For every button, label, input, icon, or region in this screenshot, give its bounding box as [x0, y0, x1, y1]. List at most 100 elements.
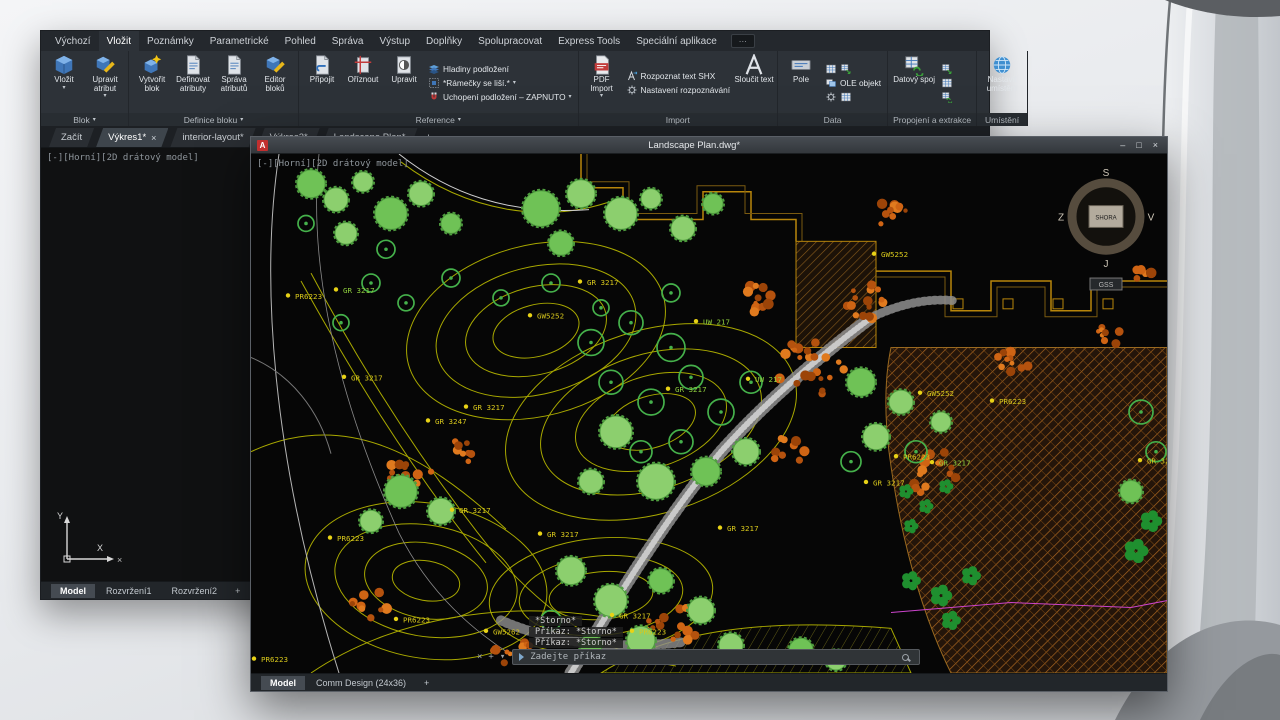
viewport-controls-label[interactable]: [-][Horní][2D drátový model] — [47, 153, 199, 163]
plant-label: GR 3217 — [675, 385, 707, 394]
command-recent-icon[interactable]: ▾ — [500, 652, 505, 662]
recognition-settings-button[interactable]: Nastavení rozpoznávání — [626, 84, 730, 96]
upload-data-button[interactable] — [941, 77, 953, 89]
command-close-icon[interactable]: × — [477, 652, 482, 662]
ole-object-button[interactable]: OLE objekt — [825, 77, 881, 89]
command-crosshair-icon[interactable]: + — [488, 652, 493, 662]
close-button[interactable]: × — [1153, 140, 1158, 150]
svg-text:X: X — [97, 543, 103, 553]
recognize-shx-text-button[interactable]: Rozpoznat text SHX — [626, 70, 730, 82]
data-link-icon — [903, 54, 925, 76]
set-location-button[interactable]: Nastavit umístění — [980, 53, 1024, 113]
minimize-button[interactable]: – — [1120, 140, 1125, 150]
ole-object-icon — [825, 77, 837, 89]
table-tools-button[interactable] — [825, 63, 881, 75]
ribbon-tab[interactable]: Express Tools — [550, 31, 628, 51]
ribbon-panel-import: PDF Import ▾ Rozpoznat text SHX Nastaven… — [578, 51, 779, 126]
underlay-layers-button[interactable]: Hladiny podložení — [428, 63, 572, 75]
define-attributes-button[interactable]: Definovat atributy — [173, 53, 213, 113]
edit-attribute-button[interactable]: Upravit atribut ▾ — [85, 53, 125, 113]
button-label: Sloučit text — [734, 75, 774, 84]
ribbon-tab[interactable]: Výstup — [371, 31, 418, 51]
command-prompt-text: Zadejte příkaz — [530, 652, 607, 662]
layout-tab[interactable]: Rozvržení1 — [97, 584, 161, 598]
frames-vary-button[interactable]: *Rámečky se liší.* ▾ — [428, 77, 572, 89]
plant-label: PR6223 — [261, 655, 288, 664]
plant-label: UW 217 — [755, 375, 782, 384]
maximize-button[interactable]: □ — [1136, 140, 1141, 150]
file-tab[interactable]: interior-layout* — [170, 128, 255, 147]
create-block-button[interactable]: Vytvořit blok — [132, 53, 172, 113]
ribbon-tab[interactable]: Speciální aplikace — [628, 31, 725, 51]
extract-data-button[interactable] — [941, 63, 953, 75]
plan-drawing-canvas[interactable]: GW5252 GR 3217 PR6223 GR 3217 GW5252 UW 217 GR… — [251, 154, 1167, 673]
ribbon-tab[interactable]: Pohled — [277, 31, 324, 51]
panel-title-umisteni[interactable]: Umístění — [977, 113, 1028, 126]
clip-button[interactable]: Oříznout — [343, 53, 383, 113]
block-editor-icon — [264, 54, 286, 76]
ribbon-tab[interactable]: Parametrické — [202, 31, 277, 51]
layout-tab[interactable]: Comm Design (24x36) — [307, 676, 415, 690]
download-data-button[interactable] — [941, 91, 953, 103]
button-label: Připojit — [309, 75, 335, 84]
panel-title-propojeni[interactable]: Propojení a extrakce — [888, 113, 977, 126]
command-input[interactable]: Zadejte příkaz — [512, 649, 921, 665]
new-layout-button[interactable]: + — [417, 678, 436, 688]
ribbon-tab[interactable]: Spolupracovat — [470, 31, 550, 51]
table-icon — [941, 77, 953, 89]
file-tab[interactable]: Výkres1* × — [96, 128, 168, 147]
svg-text:V: V — [1148, 213, 1155, 224]
ribbon-tab[interactable]: Vložit — [98, 31, 140, 51]
plant-label: GR 3217 — [459, 506, 491, 515]
attach-button[interactable]: Připojit — [302, 53, 342, 113]
panel-label: Propojení a extrakce — [893, 114, 972, 125]
row-label: *Rámečky se liší.* — [443, 78, 510, 88]
plant-label: UW 217 — [703, 318, 730, 327]
row-label: Hladiny podložení — [443, 64, 509, 74]
underlay-snap-button[interactable]: Uchopení podložení – ZAPNUTO ▾ — [428, 91, 572, 103]
row-label: Nastavení rozpoznávání — [640, 85, 731, 95]
block-editor-button[interactable]: Editor bloků — [255, 53, 295, 113]
plant-label: GW5252 — [881, 250, 908, 259]
command-prompt-icon — [519, 653, 525, 661]
data-misc-button[interactable] — [825, 91, 881, 103]
ribbon-tab[interactable]: Správa — [324, 31, 372, 51]
file-tab-close-icon[interactable]: × — [151, 133, 156, 143]
svg-text:Y: Y — [57, 511, 63, 521]
panel-label: Reference — [415, 114, 455, 125]
ribbon-tab[interactable]: Poznámky — [139, 31, 202, 51]
pdf-import-button[interactable]: PDF Import ▾ — [582, 53, 622, 113]
viewport-controls-label[interactable]: [-][Horní][2D drátový model] — [257, 159, 409, 169]
search-icon[interactable] — [902, 653, 910, 661]
plant-label: PR6223 — [903, 453, 930, 462]
panel-title-import[interactable]: Import — [578, 113, 778, 126]
insert-block-button[interactable]: Vložit ▾ — [44, 53, 84, 113]
field-button[interactable]: Pole — [781, 53, 821, 113]
button-label: Správa atributů — [220, 75, 248, 93]
file-tab[interactable]: Začít — [49, 128, 94, 147]
chevron-down-icon: ▾ — [600, 93, 604, 100]
float-title-bar[interactable]: A Landscape Plan.dwg* – □ × — [251, 137, 1167, 154]
panel-title-reference[interactable]: Reference ▾ — [299, 113, 578, 126]
manage-attributes-button[interactable]: Správa atributů — [214, 53, 254, 113]
data-link-button[interactable]: Datový spoj — [891, 53, 937, 113]
layout-tab[interactable]: Model — [261, 675, 305, 690]
combine-text-button[interactable]: Sloučit text — [734, 53, 774, 113]
layout-tab[interactable]: Rozvržení2 — [163, 584, 227, 598]
panel-title-data[interactable]: Data — [778, 113, 888, 126]
manage-attributes-icon — [223, 54, 245, 76]
ribbon-more-button[interactable]: ··· — [730, 34, 755, 48]
panel-title-definice-bloku[interactable]: Definice bloku ▾ — [129, 113, 298, 126]
plant-label: GR 3217 — [727, 524, 759, 533]
new-layout-button[interactable]: + — [228, 586, 247, 596]
svg-text:J: J — [1103, 259, 1108, 270]
chevron-down-icon: ▾ — [240, 116, 244, 123]
ribbon-tab[interactable]: Doplňky — [418, 31, 470, 51]
plant-label: PR6223 — [337, 534, 364, 543]
ribbon-tab[interactable]: Výchozí — [47, 31, 99, 51]
layout-tab[interactable]: Model — [51, 583, 95, 598]
table-icon — [825, 63, 837, 75]
adjust-button[interactable]: Upravit — [384, 53, 424, 113]
file-tab-label: Začít — [61, 132, 83, 143]
panel-title-blok[interactable]: Blok ▾ — [41, 113, 128, 126]
